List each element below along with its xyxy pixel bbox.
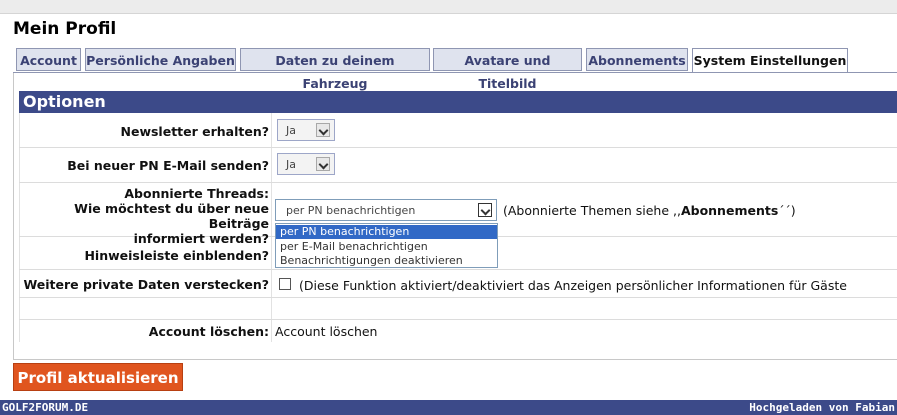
threads-select[interactable]: per PN benachrichtigen xyxy=(275,199,497,221)
tab-fahrzeug[interactable]: Daten zu deinem Fahrzeug xyxy=(240,48,430,91)
row-empty xyxy=(19,298,897,320)
dropdown-option-email[interactable]: per E-Mail benachrichtigen xyxy=(276,240,497,254)
threads-note-link[interactable]: Abonnements xyxy=(681,203,778,218)
pn-email-label: Bei neuer PN E-Mail senden? xyxy=(67,158,269,173)
tab-avatare[interactable]: Avatare und Titelbild xyxy=(433,48,582,91)
delete-account-label: Account löschen: xyxy=(148,324,269,339)
dropdown-option-deactivate[interactable]: Benachrichtigungen deaktivieren xyxy=(276,254,497,268)
options-heading: Optionen xyxy=(19,91,897,113)
update-profile-button[interactable]: Profil aktualisieren xyxy=(13,363,183,391)
hide-data-label: Weitere private Daten verstecken? xyxy=(23,277,269,292)
chevron-down-icon xyxy=(316,157,330,171)
chevron-down-icon xyxy=(316,123,330,137)
hide-data-checkbox[interactable] xyxy=(279,278,291,290)
tab-account[interactable]: Account xyxy=(16,48,81,71)
row-delete-account: Account löschen: xyxy=(19,320,897,342)
footer-bar: GOLF2FORUM.DE Hochgeladen von Fabian xyxy=(0,400,897,415)
row-newsletter: Newsletter erhalten? xyxy=(19,113,897,148)
dropdown-option-pn[interactable]: per PN benachrichtigen xyxy=(276,225,497,239)
top-bar xyxy=(0,0,897,14)
tab-system-einstellungen[interactable]: System Einstellungen xyxy=(692,48,848,73)
threads-select-value: per PN benachrichtigen xyxy=(286,204,416,217)
row-pn-email: Bei neuer PN E-Mail senden? xyxy=(19,148,897,183)
threads-note: (Abonnierte Themen siehe ,,Abonnements´´… xyxy=(503,203,796,218)
pn-email-select-value: Ja xyxy=(286,158,296,171)
hide-data-note: (Diese Funktion aktiviert/deaktiviert da… xyxy=(299,278,847,293)
tab-abonnements[interactable]: Abonnements xyxy=(586,48,688,71)
tab-persoenliche-angaben[interactable]: Persönliche Angaben xyxy=(85,48,236,71)
newsletter-select-value: Ja xyxy=(286,124,296,137)
pn-email-select[interactable]: Ja xyxy=(277,153,335,175)
threads-label-line1: Abonnierte Threads: xyxy=(124,186,269,201)
threads-label-line2: Wie möchtest du über neue Beiträge xyxy=(74,201,269,231)
chevron-down-icon xyxy=(478,203,492,217)
threads-dropdown-list: per PN benachrichtigen per E-Mail benach… xyxy=(275,223,498,268)
newsletter-label: Newsletter erhalten? xyxy=(120,124,270,139)
newsletter-select[interactable]: Ja xyxy=(277,119,335,141)
hint-bar-label: Hinweisleiste einblenden? xyxy=(84,248,269,263)
footer-uploader: Hochgeladen von Fabian xyxy=(749,401,895,414)
page-title: Mein Profil xyxy=(13,19,117,39)
threads-note-suffix: ´´) xyxy=(778,203,796,218)
delete-account-link[interactable]: Account löschen xyxy=(275,324,377,339)
footer-site: GOLF2FORUM.DE xyxy=(2,401,89,414)
threads-note-prefix: (Abonnierte Themen siehe ,, xyxy=(503,203,681,218)
